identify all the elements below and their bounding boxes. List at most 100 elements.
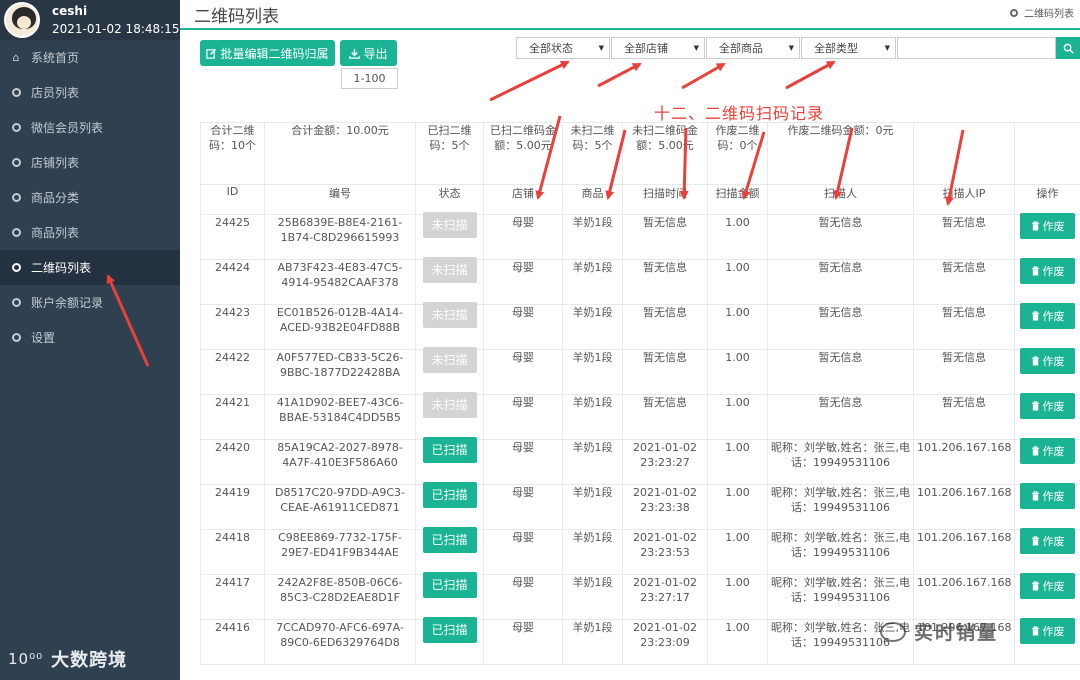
export-range-option[interactable]: 1-100 (341, 68, 398, 89)
cell-scanner-ip: 暂无信息 (913, 304, 1015, 350)
column-header-scan-time: 扫描时间 (622, 184, 708, 215)
trash-icon (1031, 221, 1039, 231)
table-row: 24419 D8517C20-97DD-A9C3-CEAE-A61911CED87… (200, 482, 1080, 530)
column-header-scanner: 扫描人 (767, 184, 914, 215)
cell-scan-amount: 1.00 (707, 619, 768, 665)
cell-code: 85A19CA2-2027-8978-4A7F-410E3F586A60 (264, 439, 416, 485)
scanned-badge: 已扫描 (422, 617, 477, 643)
cell-actions: 作废 (1014, 348, 1080, 395)
cell-product: 羊奶1段 (562, 304, 623, 350)
cell-status: 已扫描 (415, 617, 484, 665)
trash-icon (1031, 536, 1039, 546)
cell-id: 24419 (200, 484, 265, 530)
void-button[interactable]: 作废 (1020, 303, 1075, 329)
sidebar-item-qrcodes[interactable]: 二维码列表 (0, 250, 180, 285)
sidebar-item-balance-records[interactable]: 账户余额记录 (0, 285, 180, 320)
cell-code: 242A2F8E-850B-06C6-85C3-C28D2EAE8D1F (264, 574, 416, 620)
cell-scan-time: 暂无信息 (622, 394, 708, 440)
cell-shop: 母婴 (483, 574, 563, 620)
scanned-badge: 已扫描 (422, 527, 477, 553)
export-button[interactable]: 导出 (340, 40, 397, 66)
table-row: 24418 C98EE869-7732-175F-29E7-ED41F9B344A… (200, 527, 1080, 575)
cell-status: 未扫描 (415, 302, 484, 350)
sidebar-item-staff[interactable]: 店员列表 (0, 75, 180, 110)
sidebar-item-wechat-members[interactable]: 微信会员列表 (0, 110, 180, 145)
product-filter-value: 全部商品 (719, 42, 763, 55)
cell-scanner: 暂无信息 (767, 349, 914, 395)
void-label: 作废 (1042, 624, 1065, 638)
column-header-status: 状态 (415, 184, 484, 215)
cell-scanner: 暂无信息 (767, 259, 914, 305)
cell-scanner-ip: 暂无信息 (913, 394, 1015, 440)
qrcode-table: 合计二维码：10个 合计金额：10.00元 已扫二维码：5个 已扫二维码金额：5… (200, 122, 1080, 665)
void-button[interactable]: 作废 (1020, 438, 1075, 464)
column-header-shop: 店铺 (483, 184, 563, 215)
void-button[interactable]: 作废 (1020, 483, 1075, 509)
scanned-badge: 已扫描 (422, 437, 477, 463)
circle-icon (10, 88, 22, 97)
cell-product: 羊奶1段 (562, 529, 623, 575)
void-button[interactable]: 作废 (1020, 618, 1075, 644)
page-title: 二维码列表 (194, 7, 279, 27)
void-button[interactable]: 作废 (1020, 573, 1075, 599)
circle-icon (1010, 8, 1018, 17)
avatar[interactable] (4, 2, 40, 38)
cell-scan-time: 暂无信息 (622, 259, 708, 305)
user-datetime: 2021-01-02 18:48:15 (52, 22, 180, 36)
cell-scanner-ip: 暂无信息 (913, 349, 1015, 395)
summary-row: 合计二维码：10个 合计金额：10.00元 已扫二维码：5个 已扫二维码金额：5… (200, 122, 1080, 185)
search-button[interactable] (1056, 37, 1080, 59)
void-button[interactable]: 作废 (1020, 348, 1075, 374)
cell-scan-amount: 1.00 (707, 349, 768, 395)
sidebar-item-settings[interactable]: 设置 (0, 320, 180, 355)
cell-scanner: 昵称：刘学敏,姓名：张三,电话：19949531106 (767, 529, 914, 575)
chevron-down-icon: ▼ (884, 44, 890, 52)
type-filter-select[interactable]: 全部类型 ▼ (801, 37, 896, 59)
edit-icon (206, 48, 217, 59)
cell-shop: 母婴 (483, 214, 563, 260)
table-row: 24422 A0F577ED-CB33-5C26-9BBC-1877D22428B… (200, 347, 1080, 395)
void-label: 作废 (1042, 354, 1065, 368)
void-button[interactable]: 作废 (1020, 258, 1075, 284)
summary-void-codes: 作废二维码：0个 (707, 122, 768, 185)
shop-filter-select[interactable]: 全部店铺 ▼ (611, 37, 705, 59)
cell-actions: 作废 (1014, 258, 1080, 305)
table-header: ID 编号 状态 店铺 商品 扫描时间 扫描金额 扫描人 扫描人IP 操作 (200, 184, 1080, 215)
search-input[interactable] (897, 37, 1056, 59)
scanned-badge: 已扫描 (422, 572, 477, 598)
export-label: 导出 (363, 46, 388, 61)
trash-icon (1031, 581, 1039, 591)
cell-shop: 母婴 (483, 619, 563, 665)
table-row: 24420 85A19CA2-2027-8978-4A7F-410E3F586A6… (200, 437, 1080, 485)
summary-unscanned-amount: 未扫二维码金额：5.00元 (622, 122, 708, 185)
table-row: 24424 AB73F423-4E83-47C5-4914-95482CAAF37… (200, 257, 1080, 305)
status-filter-select[interactable]: 全部状态 ▼ (516, 37, 610, 59)
summary-void-amount: 作废二维码金额：0元 (767, 122, 914, 185)
sidebar-item-shops[interactable]: 店铺列表 (0, 145, 180, 180)
watermark: 实时销量 (880, 618, 998, 645)
status-filter-value: 全部状态 (529, 42, 573, 55)
cell-product: 羊奶1段 (562, 619, 623, 665)
table-row: 24425 25B6839E-B8E4-2161-1B74-C8D29661599… (200, 212, 1080, 260)
product-filter-select[interactable]: 全部商品 ▼ (706, 37, 800, 59)
cell-scanner: 暂无信息 (767, 394, 914, 440)
cell-actions: 作废 (1014, 213, 1080, 260)
sidebar-item-home[interactable]: ⌂ 系统首页 (0, 40, 180, 75)
circle-icon (10, 158, 22, 167)
sidebar-item-product-categories[interactable]: 商品分类 (0, 180, 180, 215)
sidebar-item-label: 二维码列表 (31, 261, 92, 275)
void-button[interactable]: 作废 (1020, 393, 1075, 419)
cell-id: 24417 (200, 574, 265, 620)
sidebar-item-products[interactable]: 商品列表 (0, 215, 180, 250)
trash-icon (1031, 626, 1039, 636)
cell-status: 未扫描 (415, 212, 484, 260)
breadcrumb[interactable]: 二维码列表 (1010, 5, 1074, 20)
void-button[interactable]: 作废 (1020, 528, 1075, 554)
void-label: 作废 (1042, 399, 1065, 413)
column-header-id: ID (200, 184, 265, 215)
batch-edit-button[interactable]: 批量编辑二维码归属 (200, 40, 335, 66)
void-button[interactable]: 作废 (1020, 213, 1075, 239)
trash-icon (1031, 401, 1039, 411)
circle-icon (10, 263, 22, 272)
void-label: 作废 (1042, 534, 1065, 548)
